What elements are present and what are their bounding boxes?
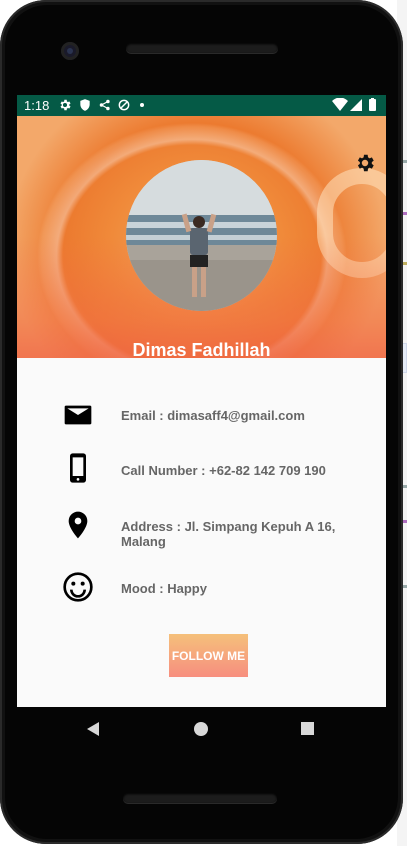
- wifi-icon: [332, 98, 348, 111]
- cup-handle-decoration: [317, 168, 386, 278]
- home-icon[interactable]: [194, 722, 208, 736]
- shield-icon: [80, 99, 90, 111]
- status-right-icons: [332, 98, 376, 111]
- dot-icon: [140, 103, 144, 107]
- mood-text: Mood : Happy: [121, 581, 207, 596]
- email-text: Email : dimasaff4@gmail.com: [121, 408, 305, 423]
- app-screen: 1:18 Dimas Fadhillah Email: dimasaff4@g…: [17, 95, 386, 707]
- profile-name: Dimas Fadhillah: [132, 340, 271, 358]
- front-camera: [61, 42, 79, 60]
- sync-icon: [118, 99, 130, 111]
- avatar: [126, 160, 277, 311]
- phone-text: Call Number : +62-82 142 709 190: [121, 463, 326, 478]
- email-icon: [64, 405, 92, 425]
- status-bar: 1:18: [17, 95, 386, 116]
- phone-icon: [70, 453, 86, 483]
- battery-icon: [369, 99, 376, 111]
- gear-icon: [60, 99, 71, 111]
- signal-icon: [350, 99, 362, 111]
- recent-apps-icon[interactable]: [301, 722, 314, 735]
- status-time: 1:18: [24, 98, 50, 113]
- share-icon: [99, 99, 110, 111]
- smiley-icon: [63, 572, 93, 602]
- location-pin-icon: [68, 511, 88, 539]
- gear-icon[interactable]: [354, 152, 376, 174]
- top-speaker: [126, 43, 278, 53]
- follow-me-button[interactable]: FOLLOW ME: [169, 634, 248, 677]
- android-nav-bar: [17, 707, 386, 753]
- profile-photo: [126, 160, 277, 311]
- back-icon[interactable]: [87, 722, 99, 736]
- profile-header: Dimas Fadhillah: [17, 116, 386, 358]
- address-text: Address : Jl. Simpang Kepuh A 16, Malang: [121, 519, 336, 549]
- bottom-speaker: [123, 793, 277, 803]
